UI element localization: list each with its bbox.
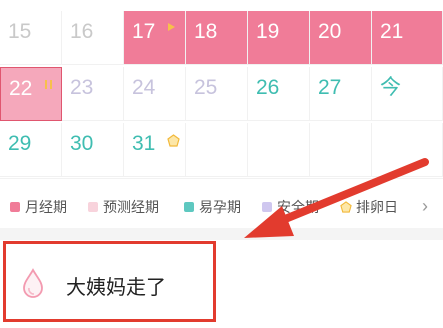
annotation-arrow-icon — [244, 158, 429, 238]
